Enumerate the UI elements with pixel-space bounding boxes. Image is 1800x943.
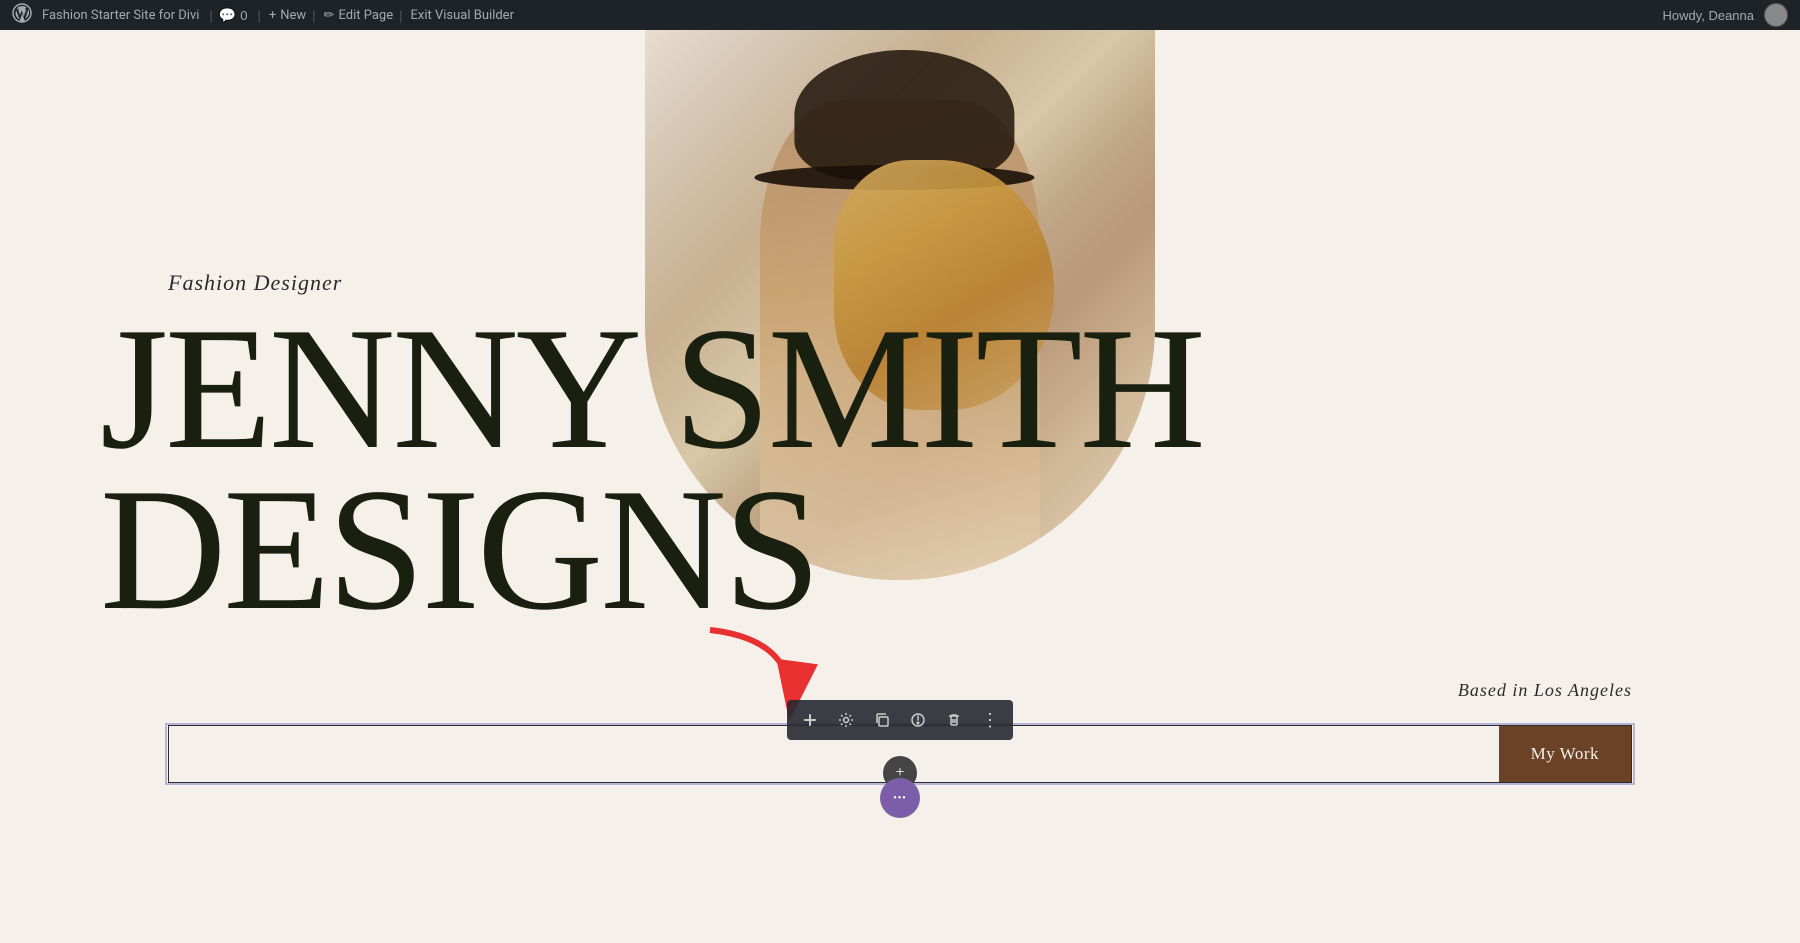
toolbar-duplicate-button[interactable] (865, 704, 899, 736)
edit-page-button[interactable]: ✏ Edit Page (324, 8, 394, 23)
three-dots-label: ••• (893, 793, 907, 804)
comments-count: 0 (240, 8, 247, 23)
separator-2: | (257, 8, 260, 23)
my-work-button[interactable]: My Work (1499, 726, 1631, 782)
site-name[interactable]: Fashion Starter Site for Divi (42, 8, 199, 23)
main-content: Fashion Designer JENNY SMITH DESIGNS Bas… (0, 30, 1800, 943)
separator-3: | (312, 8, 315, 23)
toolbar-more-button[interactable]: ⋮ (973, 704, 1007, 736)
new-plus-icon: + (269, 8, 276, 23)
new-button[interactable]: + New (269, 8, 306, 23)
wp-logo-icon[interactable] (12, 3, 32, 28)
toolbar-add-button[interactable] (793, 704, 827, 736)
howdy-label: Howdy, Deanna (1662, 8, 1754, 23)
hero-name: JENNY SMITH DESIGNS (100, 308, 1203, 630)
comments-link[interactable]: 💬 0 (219, 7, 248, 24)
separator-1: | (209, 8, 212, 23)
admin-bar-right: Howdy, Deanna (1662, 3, 1788, 27)
hero-name-line2: DESIGNS (100, 469, 1203, 630)
hero-name-line1: JENNY SMITH (100, 308, 1203, 469)
toolbar-disable-button[interactable] (901, 704, 935, 736)
comments-icon: 💬 (219, 7, 236, 24)
divi-row-toolbar: ⋮ (787, 700, 1013, 740)
admin-bar: Fashion Starter Site for Divi | 💬 0 | + … (0, 0, 1800, 30)
separator-4: | (399, 8, 402, 23)
edit-icon: ✏ (324, 8, 335, 23)
exit-visual-builder-button[interactable]: Exit Visual Builder (411, 8, 514, 23)
new-label: New (280, 8, 306, 23)
edit-page-label: Edit Page (338, 8, 393, 23)
exit-label: Exit Visual Builder (411, 8, 514, 23)
based-label: Based in Los Angeles (1458, 680, 1632, 701)
three-dots-button[interactable]: ••• (880, 778, 920, 818)
toolbar-delete-button[interactable] (937, 704, 971, 736)
toolbar-settings-button[interactable] (829, 704, 863, 736)
avatar[interactable] (1764, 3, 1788, 27)
